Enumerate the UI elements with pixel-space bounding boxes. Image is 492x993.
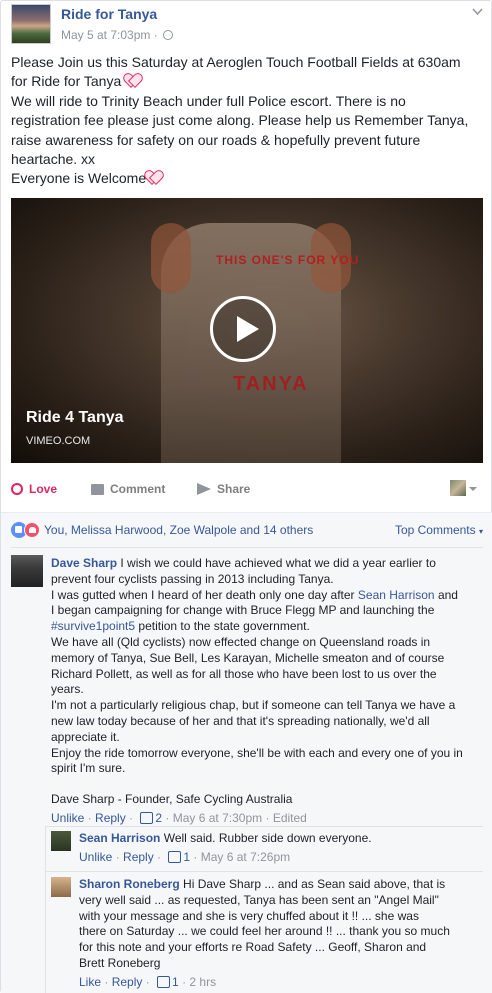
comment-sean: Sean Harrison Well said. Rubber side dow…: [79, 831, 483, 866]
comment-meta: Unlike · Reply · 1 · May 6 at 7:26pm: [79, 849, 291, 864]
share-icon: [197, 483, 211, 495]
comment-label: Comment: [110, 482, 166, 496]
like-count[interactable]: 2: [155, 811, 162, 825]
reply-link[interactable]: Reply: [95, 811, 126, 825]
chevron-down-icon[interactable]: [472, 6, 483, 17]
comment-author[interactable]: Dave Sharp: [51, 556, 117, 570]
post-text-line: Everyone is Welcome: [11, 170, 147, 187]
comment-sort-dropdown[interactable]: Top Comments ▾: [395, 523, 483, 537]
comment-button[interactable]: Comment: [91, 482, 165, 496]
reactions-text[interactable]: You, Melissa Harwood, Zoe Walpole and 14…: [44, 523, 313, 537]
unlike-link[interactable]: Unlike: [79, 850, 112, 864]
page-name[interactable]: Ride for Tanya: [61, 6, 157, 22]
comment-time[interactable]: May 6 at 7:26pm: [201, 850, 290, 864]
post-text-line: raise awareness for safety on our roads …: [11, 131, 421, 148]
hashtag-link[interactable]: #survive1point5: [51, 619, 135, 633]
comment-time[interactable]: 2 hrs: [189, 975, 216, 989]
post-text-line: heartache. xx: [11, 151, 96, 168]
love-button[interactable]: Love: [11, 482, 57, 496]
comment-meta: Like · Reply · 1 · 2 hrs: [79, 974, 217, 989]
reply-link[interactable]: Reply: [123, 850, 154, 864]
edited-label[interactable]: Edited: [273, 811, 307, 825]
video-thumbnail-shirt-text: THIS ONE'S FOR YOU: [216, 253, 360, 267]
heart-emoji-icon: [146, 171, 161, 184]
like-icon: [168, 850, 182, 863]
video-player[interactable]: THIS ONE'S FOR YOU TANYA Ride 4 Tanya VI…: [11, 198, 483, 463]
love-icon: [11, 483, 23, 495]
reactions-summary[interactable]: You, Melissa Harwood, Zoe Walpole and 14…: [11, 522, 313, 538]
like-icon: [157, 975, 171, 988]
post-meta: May 5 at 7:03pm ·: [61, 28, 174, 42]
comments-section: You, Melissa Harwood, Zoe Walpole and 14…: [1, 512, 492, 993]
comment-signature: Dave Sharp - Founder, Safe Cycling Austr…: [51, 792, 293, 807]
chevron-down-icon[interactable]: [469, 487, 477, 491]
comment-dave: Dave Sharp I wish we could have achieved…: [51, 556, 485, 827]
post-text-line: We will ride to Trinity Beach under full…: [11, 92, 406, 109]
post-timestamp[interactable]: May 5 at 7:03pm: [61, 28, 150, 42]
page-avatar[interactable]: [11, 4, 51, 44]
comment-sharon: Sharon Roneberg Hi Dave Sharp ... and as…: [79, 877, 483, 991]
love-label: Love: [29, 482, 58, 496]
like-icon: [140, 811, 154, 824]
post-header: Ride for Tanya May 5 at 7:03pm ·: [11, 4, 483, 44]
like-count[interactable]: 1: [172, 975, 179, 989]
post-text-line: Please Join us this Saturday at Aeroglen…: [11, 54, 461, 70]
video-title[interactable]: Ride 4 Tanya: [26, 409, 124, 427]
post-text-line: for Ride for Tanya: [11, 73, 122, 90]
video-source: VIMEO.COM: [26, 435, 91, 447]
like-count[interactable]: 1: [183, 850, 190, 864]
post-text: Please Join us this Saturday at Aeroglen…: [11, 53, 485, 189]
avatar[interactable]: [11, 555, 43, 587]
play-icon[interactable]: [210, 296, 276, 362]
share-label: Share: [217, 482, 251, 496]
comment-author[interactable]: Sean Harrison: [79, 831, 160, 845]
comment-time[interactable]: May 6 at 7:30pm: [173, 811, 262, 825]
mention-link[interactable]: Sean Harrison: [358, 588, 435, 602]
caret-down-icon: ▾: [478, 527, 483, 536]
facebook-post: Ride for Tanya May 5 at 7:03pm · Please …: [0, 0, 492, 993]
comment-icon: [91, 484, 104, 495]
avatar[interactable]: [51, 831, 71, 851]
reply-link[interactable]: Reply: [112, 975, 143, 989]
avatar[interactable]: [51, 877, 71, 897]
unlike-link[interactable]: Unlike: [51, 811, 84, 825]
love-reaction-icon: [24, 522, 40, 538]
viewer-avatar[interactable]: [450, 480, 466, 496]
post-text-line: registration fee please just come along.…: [11, 112, 469, 129]
video-thumbnail-shirt-name: TANYA: [233, 373, 309, 395]
post-actions: Love Comment Share: [11, 478, 483, 502]
comment-author[interactable]: Sharon Roneberg: [79, 877, 180, 891]
share-button[interactable]: Share: [197, 482, 250, 496]
like-link[interactable]: Like: [79, 975, 101, 989]
heart-emoji-icon: [125, 74, 140, 87]
comment-meta: Unlike · Reply · 2 · May 6 at 7:30pm · E…: [51, 810, 307, 825]
globe-icon: [163, 30, 174, 40]
